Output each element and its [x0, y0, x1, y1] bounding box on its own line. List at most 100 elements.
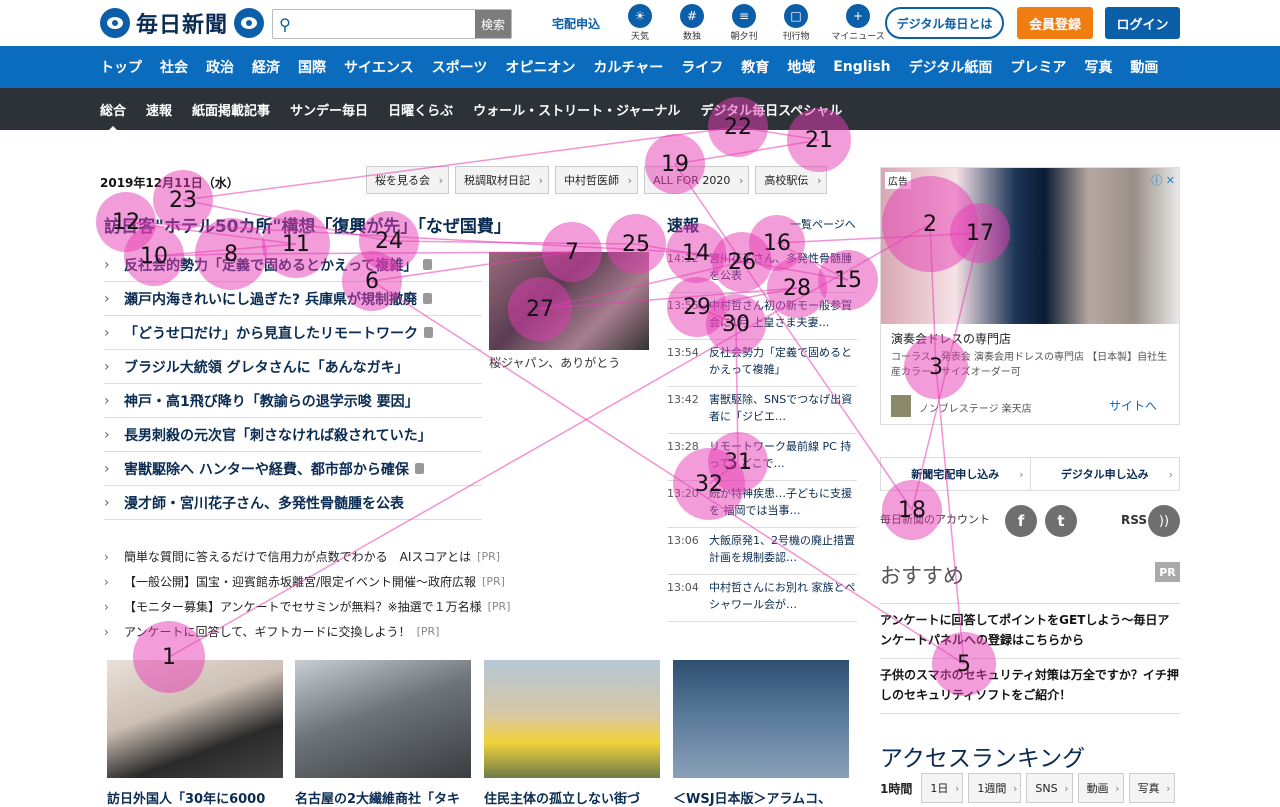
rss-icon[interactable]: )) — [1148, 505, 1180, 537]
nav-item[interactable]: 地域 — [787, 57, 815, 77]
breaking-item[interactable]: 13:20 続か特神疾患…子どもに支援を 福岡では当事… — [667, 481, 857, 528]
breaking-item[interactable]: 13:28 リモートワーク最前線 PC 持って、どこで… — [667, 434, 857, 481]
lead-photo[interactable] — [489, 252, 649, 350]
subnav-item[interactable]: サンデー毎日 — [290, 100, 368, 119]
topic-tag[interactable]: 高校駅伝 — [755, 166, 828, 194]
nav-item[interactable]: English — [833, 59, 890, 75]
facebook-icon[interactable]: f — [1005, 505, 1037, 537]
nav-item[interactable]: 教育 — [741, 57, 769, 77]
recommend-item[interactable]: アンケートに回答してポイントをGETしよう〜毎日アンケートパネルへの登録はこちら… — [880, 604, 1180, 659]
news-item[interactable]: › 長男刺殺の元次官「刺さなければ殺されていた」 — [104, 418, 482, 452]
site-logo[interactable]: 毎日新聞 — [100, 8, 265, 38]
nav-item[interactable]: 写真 — [1084, 57, 1112, 77]
nav-item[interactable]: 経済 — [252, 57, 280, 77]
nav-item[interactable]: 国際 — [298, 57, 326, 77]
topic-tag[interactable]: 桜を見る会 — [366, 166, 449, 194]
digital-mainichi-button[interactable]: デジタル毎日とは — [885, 7, 1004, 39]
news-item[interactable]: › 漫才師・宮川花子さん、多発性骨髄腫を公表 — [104, 486, 482, 520]
register-button[interactable]: 会員登録 — [1017, 7, 1093, 39]
lead-photo-caption[interactable]: 桜ジャパン、ありがとう — [489, 354, 620, 371]
breaking-item[interactable]: 14:12 宮川花子さん、多発性骨髄腫を公表 — [667, 246, 857, 293]
feature-card[interactable]: ＜WSJ日本版＞アラムコ、 — [673, 660, 849, 807]
topic-tag[interactable]: 中村哲医師 — [555, 166, 638, 194]
mynews-link[interactable]: + マイニュース — [830, 4, 886, 42]
nav-item[interactable]: サイエンス — [344, 57, 414, 77]
feature-card[interactable]: 名古屋の2大繊維商社「タキ — [295, 660, 471, 807]
nav-item[interactable]: 社会 — [160, 57, 188, 77]
pr-item[interactable]: › 簡単な質問に答えるだけで信用力が点数でわかる AIスコアとは [PR] — [104, 544, 510, 569]
news-item[interactable]: › 瀬戸内海きれいにし過ぎた? 兵庫県が規制撤廃 — [104, 282, 482, 316]
ranking-tab[interactable]: 動画 — [1077, 773, 1124, 803]
search-button[interactable]: 検索 — [475, 10, 511, 38]
newspaper-link[interactable]: ≡ 朝夕刊 — [726, 4, 762, 42]
ad-info-icon[interactable]: ⓘ ✕ — [1151, 172, 1175, 188]
ranking-tab[interactable]: 写真 — [1128, 773, 1175, 803]
delivery-link[interactable]: 宅配申込 — [552, 15, 600, 32]
ranking-tab[interactable]: 1週間 — [968, 773, 1022, 803]
pr-item[interactable]: › 【一般公開】国宝・迎賓館赤坂離宮/限定イベント開催〜政府広報 [PR] — [104, 569, 510, 594]
nav-item[interactable]: 動画 — [1130, 57, 1158, 77]
subnav-item[interactable]: 紙面掲載記事 — [192, 100, 270, 119]
logo-emblem-icon — [234, 8, 265, 38]
nav-item[interactable]: オピニオン — [505, 57, 575, 77]
ad-block[interactable]: 広告 ⓘ ✕ 演奏会ドレスの専門店 コーラス、発表会 演奏会用ドレスの専門店 【… — [880, 167, 1180, 425]
twitter-icon[interactable]: t — [1045, 505, 1077, 537]
ad-site-link[interactable]: サイトへ — [1109, 397, 1157, 414]
nav-item[interactable]: 政治 — [206, 57, 234, 77]
breaking-item[interactable]: 13:54 反社会勢力「定義で固めるとかえって複雑」 — [667, 340, 857, 387]
search-box: ⚲ 検索 — [272, 9, 512, 39]
recommend-title: おすすめ — [880, 564, 964, 588]
recommend-list: アンケートに回答してポイントをGETしよう〜毎日アンケートパネルへの登録はこちら… — [880, 603, 1180, 714]
feature-card[interactable]: 訪日外国人「30年に6000 — [107, 660, 283, 807]
primary-nav: トップ 社会 政治 経済 国際 サイエンス スポーツ オピニオン カルチャー ラ… — [0, 46, 1280, 88]
publications-link[interactable]: □ 刊行物 — [778, 4, 814, 42]
paper-subscribe-button[interactable]: 新聞宅配申し込み — [881, 458, 1030, 490]
subnav-item[interactable]: 日曜くらぶ — [388, 100, 453, 119]
search-input[interactable] — [297, 10, 475, 38]
weather-icon: ☀ — [628, 4, 652, 28]
chevron-right-icon: › — [104, 256, 110, 273]
recommend-item[interactable]: 子供のスマホのセキュリティ対策は万全ですか？イチ押しのセキュリティソフトをご紹介… — [880, 659, 1180, 714]
ranking-tab[interactable]: 1日 — [921, 773, 964, 803]
breaking-item[interactable]: 13:55 中村哲さん初の新モー般参賀会に1月 上皇さま夫妻… — [667, 293, 857, 340]
news-item[interactable]: › 「どうせ口だけ」から見直したリモートワーク — [104, 316, 482, 350]
news-item[interactable]: › ブラジル大統領 グレタさんに「あんなガキ」 — [104, 350, 482, 384]
ranking-title: アクセスランキング — [880, 746, 1086, 772]
ranking-tab[interactable]: SNS — [1026, 773, 1073, 803]
breaking-item[interactable]: 13:04 中村哲さんにお別れ 家族とペシャワール会が… — [667, 575, 857, 622]
lead-headline[interactable]: 訪日客"ホテル50カ所"構想「復興が先」「なぜ国費」 — [104, 212, 511, 237]
breaking-item[interactable]: 13:06 大飯原発1、2号機の廃止措置計画を規制委認… — [667, 528, 857, 575]
nav-item[interactable]: カルチャー — [593, 57, 663, 77]
topic-tag[interactable]: ALL FOR 2020 — [644, 166, 750, 194]
chevron-right-icon: › — [104, 599, 109, 614]
topic-tag[interactable]: 税調取材日記 — [455, 166, 549, 194]
nav-item[interactable]: トップ — [100, 57, 142, 77]
digital-subscribe-button[interactable]: デジタル申し込み — [1029, 458, 1180, 490]
sudoku-link[interactable]: # 数独 — [674, 4, 710, 42]
card-photo — [673, 660, 849, 778]
chevron-right-icon: › — [104, 549, 109, 564]
pr-item[interactable]: › アンケートに回答して、ギフトカードに交換しよう！ [PR] — [104, 619, 510, 644]
chevron-right-icon: › — [104, 358, 110, 375]
subnav-item[interactable]: 速報 — [146, 100, 172, 119]
news-item[interactable]: › 害獣駆除へ ハンターや経費、都市部から確保 — [104, 452, 482, 486]
chevron-right-icon: › — [104, 392, 110, 409]
breaking-more-link[interactable]: 一覧ページへ — [790, 216, 856, 232]
subnav-item[interactable]: デジタル毎日スペシャル — [700, 100, 842, 119]
news-item[interactable]: › 反社会的勢力「定義で固めるとかえって複雑」 — [104, 248, 482, 282]
news-item[interactable]: › 神戸・高1飛び降り「教諭らの退学示唆 要因」 — [104, 384, 482, 418]
ad-image — [881, 168, 1179, 324]
nav-item[interactable]: プレミア — [1010, 57, 1066, 77]
nav-item[interactable]: ライフ — [681, 57, 723, 77]
subnav-item[interactable]: 総合 — [100, 100, 126, 134]
login-button[interactable]: ログイン — [1105, 7, 1180, 39]
feature-card[interactable]: 住民主体の孤立しない街づ — [484, 660, 660, 807]
ad-label: 広告 — [885, 172, 911, 189]
ranking-current-tab[interactable]: 1時間 — [880, 780, 912, 797]
nav-item[interactable]: デジタル紙面 — [909, 57, 993, 77]
breaking-item[interactable]: 13:42 害獣駆除、SNSでつなげ出資者に「ジビエ… — [667, 387, 857, 434]
weather-link[interactable]: ☀ 天気 — [622, 4, 658, 42]
nav-item[interactable]: スポーツ — [432, 57, 488, 77]
pr-item[interactable]: › 【モニター募集】アンケートでセサミンが無料？※抽選で１万名様 [PR] — [104, 594, 510, 619]
subnav-item[interactable]: ウォール・ストリート・ジャーナル — [473, 100, 680, 119]
